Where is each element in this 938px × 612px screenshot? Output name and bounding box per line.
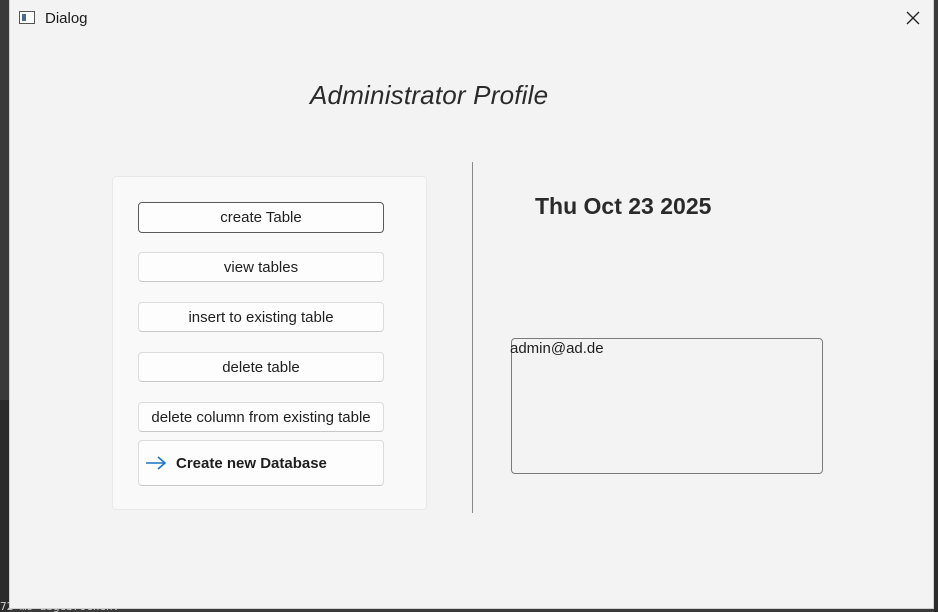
delete-column-button[interactable]: delete column from existing table: [138, 402, 384, 432]
delete-table-button[interactable]: delete table: [138, 352, 384, 382]
user-email-text: admin@ad.de: [510, 340, 604, 357]
window-title: Dialog: [45, 10, 88, 27]
title-bar[interactable]: Dialog: [10, 0, 933, 36]
create-database-command-link[interactable]: Create new Database: [138, 440, 384, 486]
arrow-right-icon: [145, 455, 167, 471]
vertical-divider: [472, 162, 473, 513]
user-info-textbox[interactable]: admin@ad.de: [510, 338, 823, 474]
app-window-icon: [19, 11, 35, 24]
dialog-window: Dialog Administrator Profile create Tabl…: [9, 0, 934, 609]
create-table-button[interactable]: create Table: [138, 202, 384, 233]
background-window-right: [934, 360, 938, 612]
actions-panel: create Table view tables insert to exist…: [112, 176, 427, 510]
close-icon: [906, 11, 920, 25]
insert-existing-table-button[interactable]: insert to existing table: [138, 302, 384, 332]
page-title: Administrator Profile: [310, 80, 549, 110]
create-database-label: Create new Database: [176, 454, 327, 472]
view-tables-button[interactable]: view tables: [138, 252, 384, 282]
close-button[interactable]: [899, 4, 927, 32]
current-date: Thu Oct 23 2025: [535, 193, 712, 219]
